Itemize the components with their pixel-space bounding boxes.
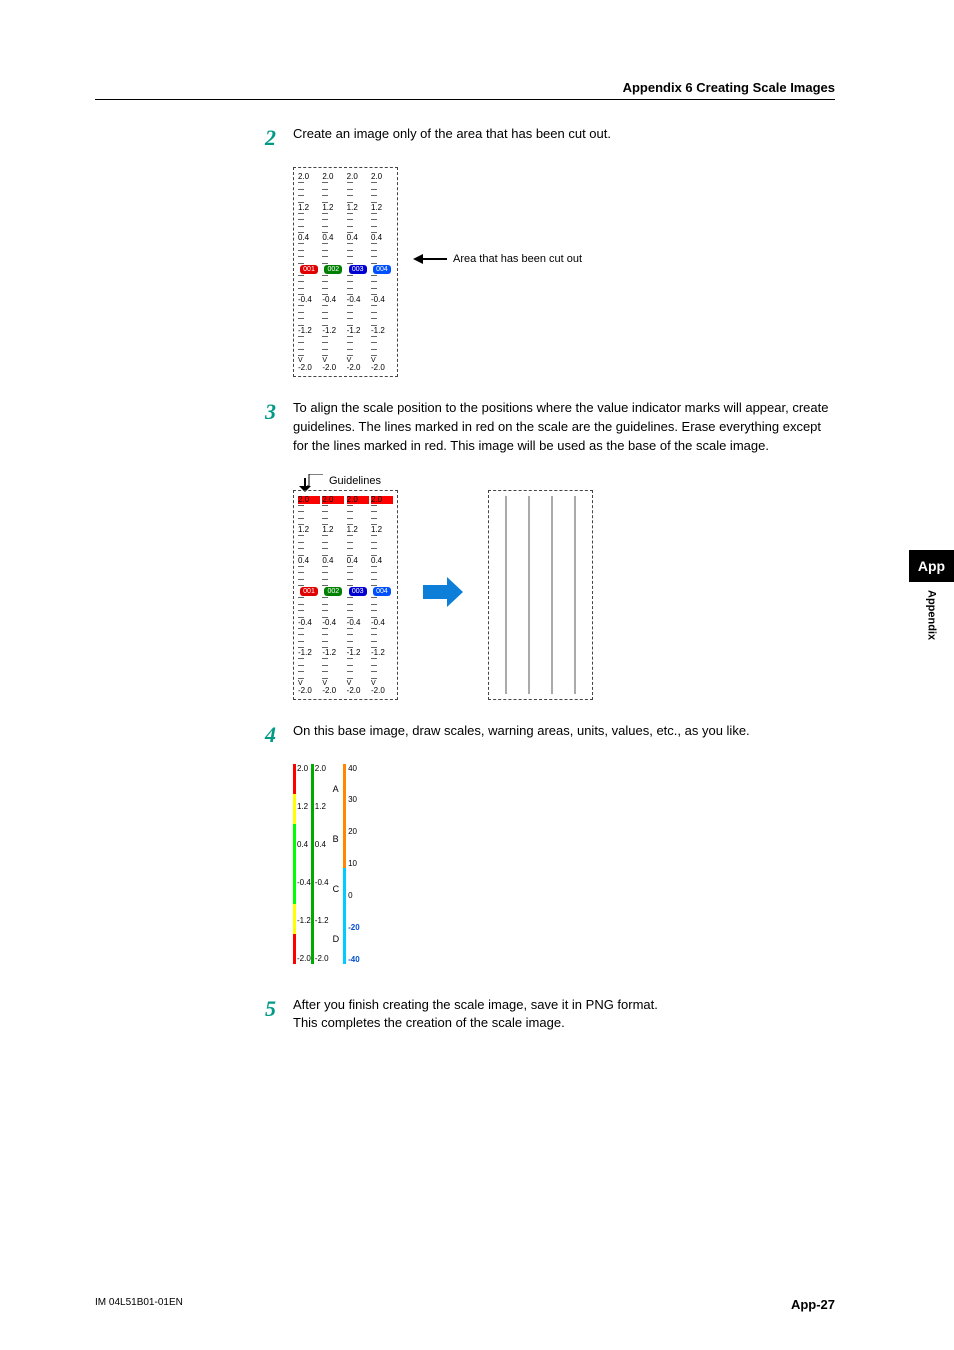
doc-id: IM 04L51B01-01EN — [95, 1297, 183, 1312]
side-tab-label: App — [909, 550, 954, 582]
scale-box-guides: 2.01.20.4001-0.4-1.2V-2.02.01.20.4002-0.… — [293, 490, 398, 700]
step-text: To align the scale position to the posit… — [293, 399, 835, 456]
figure-4: 2.01.20.4-0.4-1.2-2.02.01.20.4-0.4-1.2-2… — [293, 764, 835, 974]
cutout-label: Area that has been cut out — [453, 253, 582, 265]
step-5: 5 After you finish creating the scale im… — [265, 996, 835, 1034]
figure-3: 2.01.20.4001-0.4-1.2V-2.02.01.20.4002-0.… — [293, 490, 835, 700]
page-footer: IM 04L51B01-01EN App-27 — [95, 1297, 835, 1312]
transform-arrow-icon — [423, 577, 463, 612]
step-4: 4 On this base image, draw scales, warni… — [265, 722, 835, 746]
step-number: 5 — [265, 996, 293, 1020]
result-box — [488, 490, 593, 700]
guidelines-label-row: Guidelines — [307, 474, 835, 488]
step-text: On this base image, draw scales, warning… — [293, 722, 835, 741]
side-tab: App Appendix — [909, 550, 954, 640]
custom-scale-image: 2.01.20.4-0.4-1.2-2.02.01.20.4-0.4-1.2-2… — [293, 764, 403, 974]
figure-2: 2.01.20.4001-0.4-1.2V-2.02.01.20.4002-0.… — [293, 167, 835, 377]
arrow-left-icon — [413, 254, 447, 264]
step-number: 3 — [265, 399, 293, 423]
step-number: 4 — [265, 722, 293, 746]
page-header: Appendix 6 Creating Scale Images — [95, 80, 835, 100]
guidelines-label: Guidelines — [329, 475, 381, 487]
step-text: After you finish creating the scale imag… — [293, 996, 835, 1034]
step-2: 2 Create an image only of the area that … — [265, 125, 835, 149]
side-tab-vertical: Appendix — [926, 590, 938, 640]
step-3: 3 To align the scale position to the pos… — [265, 399, 835, 456]
step-text: Create an image only of the area that ha… — [293, 125, 835, 144]
page-number: App-27 — [791, 1297, 835, 1312]
scale-box-cutout: 2.01.20.4001-0.4-1.2V-2.02.01.20.4002-0.… — [293, 167, 398, 377]
step-number: 2 — [265, 125, 293, 149]
